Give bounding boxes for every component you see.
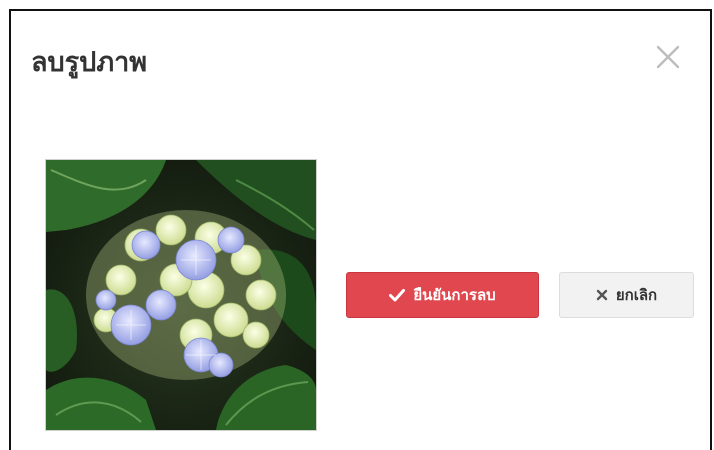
delete-image-dialog: ลบรูปภาพ ยืนยันการลบ ยกเลิก <box>9 9 712 450</box>
cancel-label: ยกเลิก <box>615 286 658 304</box>
image-preview <box>45 159 317 431</box>
confirm-delete-button[interactable]: ยืนยันการลบ <box>346 272 539 318</box>
check-icon <box>389 288 406 302</box>
dialog-title: ลบรูปภาพ <box>31 47 148 78</box>
hydrangea-photo <box>46 160 316 430</box>
cancel-button[interactable]: ยกเลิก <box>559 272 694 318</box>
confirm-delete-label: ยืนยันการลบ <box>413 286 496 304</box>
close-button[interactable] <box>652 41 684 73</box>
times-icon <box>596 289 608 301</box>
close-icon <box>656 45 680 69</box>
